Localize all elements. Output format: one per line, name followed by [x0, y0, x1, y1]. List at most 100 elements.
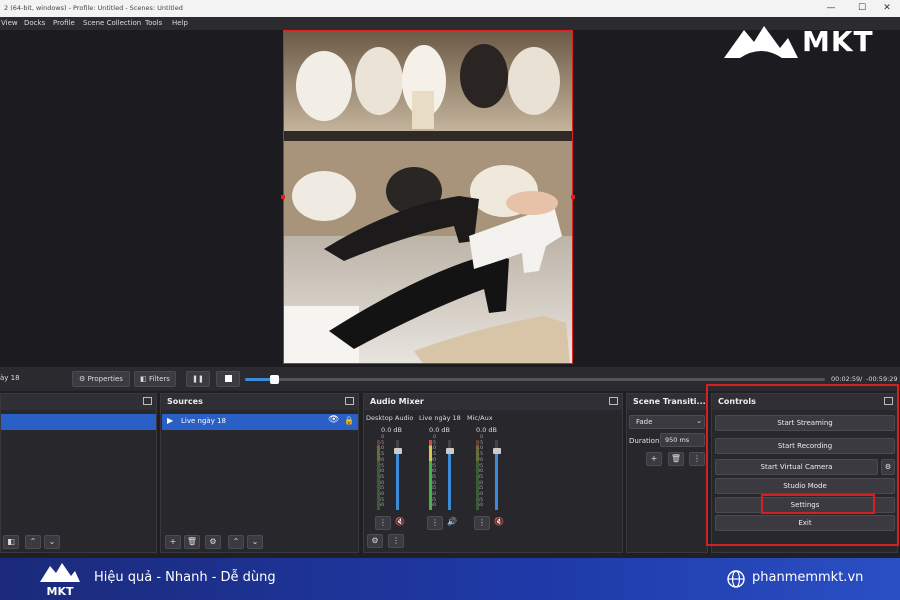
mkt-logo-text: MKT: [802, 25, 874, 58]
window-title: 2 (64-bit, windows) - Profile: Untitled …: [4, 4, 183, 12]
banner-slogan: Hiệu quả - Nhanh - Dễ dùng: [94, 570, 276, 585]
stop-icon: [224, 375, 232, 382]
menu-tools[interactable]: Tools: [145, 19, 162, 27]
gear-icon: ⚙: [371, 536, 379, 545]
sources-dock-header: Sources: [161, 394, 358, 410]
add-transition-button[interactable]: +: [646, 452, 662, 466]
maximize-button[interactable]: ☐: [849, 1, 875, 16]
mixer-channel-name: Desktop Audio: [366, 414, 414, 422]
close-button[interactable]: ✕: [874, 1, 900, 16]
remove-transition-button[interactable]: 🗑: [668, 452, 684, 466]
channel-menu-button[interactable]: ⋮: [427, 516, 443, 530]
mkt-banner-logo-icon: MKT: [40, 563, 80, 598]
volume-meter: [476, 440, 479, 510]
scenes-dock: ◧ ⌃ ⌄: [0, 393, 157, 553]
seek-handle[interactable]: [270, 375, 279, 384]
channel-menu-button[interactable]: ⋮: [474, 516, 490, 530]
source-properties-button[interactable]: ⚙: [205, 535, 221, 549]
more-vertical-icon: ⋮: [478, 518, 486, 527]
menu-help[interactable]: Help: [172, 19, 188, 27]
properties-button[interactable]: ⚙ Properties: [72, 371, 130, 387]
more-vertical-icon: ⋮: [431, 518, 439, 527]
resize-handle-right[interactable]: [571, 195, 575, 199]
promo-banner: MKT Hiệu quả - Nhanh - Dễ dùng phanmemmk…: [0, 558, 900, 600]
mixer-menu-button[interactable]: ⋮: [388, 534, 404, 548]
scene-transitions-header: Scene Transiti...: [627, 394, 707, 410]
scene-transitions-title: Scene Transiti...: [633, 397, 706, 406]
more-vertical-icon: ⋮: [693, 454, 701, 463]
lock-icon[interactable]: 🔒: [344, 416, 354, 425]
chevron-down-icon: ⌄: [48, 537, 56, 546]
volume-meter: [377, 440, 380, 510]
menu-docks[interactable]: Docks: [24, 19, 45, 27]
volume-fader-handle[interactable]: [492, 447, 501, 454]
mixer-channel-name: Mic/Aux: [467, 414, 493, 422]
source-row-live[interactable]: ▶ Live ngày 18 👁 🔒: [162, 414, 358, 430]
menu-profile[interactable]: Profile: [53, 19, 75, 27]
undock-icon[interactable]: [345, 397, 354, 405]
add-source-button[interactable]: +: [165, 535, 181, 549]
volume-fader-fill: [448, 450, 451, 510]
video-preview[interactable]: [283, 30, 573, 364]
channel-menu-button[interactable]: ⋮: [375, 516, 391, 530]
mkt-mountain-icon: [724, 26, 798, 58]
remove-source-button[interactable]: 🗑: [184, 535, 200, 549]
chevron-down-icon: ⌄: [696, 417, 702, 425]
speaker-icon[interactable]: 🔊: [447, 517, 457, 526]
time-current: 00:02:59: [831, 375, 861, 383]
banner-website: phanmemmkt.vn: [752, 570, 864, 585]
shoe-display-image: [284, 31, 572, 363]
audio-mixer-title: Audio Mixer: [370, 397, 424, 406]
title-bar: 2 (64-bit, windows) - Profile: Untitled …: [0, 0, 900, 17]
mixer-settings-button[interactable]: ⚙: [367, 534, 383, 548]
mixer-channel-db: 0.0 dB: [429, 426, 450, 434]
chevron-down-icon: ⌄: [251, 537, 259, 546]
stop-button[interactable]: [216, 371, 240, 387]
filter-icon: ◧: [140, 375, 147, 383]
minimize-button[interactable]: —: [818, 1, 844, 16]
speaker-muted-icon[interactable]: 🔇: [395, 517, 405, 526]
menu-view[interactable]: View: [1, 19, 18, 27]
gear-icon: ⚙: [79, 375, 86, 383]
scene-transitions-dock: Scene Transiti... Fade ⌄ Duration 950 ms…: [626, 393, 708, 553]
source-name: Live ngày 18: [181, 417, 226, 425]
eye-icon[interactable]: 👁: [328, 415, 339, 425]
transition-select[interactable]: Fade ⌄: [629, 415, 705, 429]
transition-menu-button[interactable]: ⋮: [689, 452, 705, 466]
sources-dock: Sources ▶ Live ngày 18 👁 🔒 + 🗑 ⚙ ⌃ ⌄: [160, 393, 359, 553]
volume-fader-handle[interactable]: [393, 447, 402, 454]
volume-fader-handle[interactable]: [445, 447, 454, 454]
mixer-channel-db: 0.0 dB: [476, 426, 497, 434]
pause-icon: ❚❚: [192, 375, 204, 383]
time-remaining: -00:59:29: [866, 375, 898, 383]
audio-mixer-header: Audio Mixer: [364, 394, 622, 410]
resize-handle-left[interactable]: [281, 195, 285, 199]
duration-input[interactable]: 950 ms: [660, 433, 705, 447]
current-source-name: ày 18: [0, 374, 20, 382]
volume-meter: [429, 440, 432, 510]
trash-icon: 🗑: [186, 537, 198, 546]
scene-move-up-button[interactable]: ⌃: [25, 535, 41, 549]
pause-button[interactable]: ❚❚: [186, 371, 210, 387]
trash-icon: 🗑: [670, 454, 682, 463]
menu-scene-collection[interactable]: Scene Collection: [83, 19, 141, 27]
chevron-up-icon: ⌃: [232, 537, 240, 546]
speaker-muted-icon[interactable]: 🔇: [494, 517, 504, 526]
undock-icon[interactable]: [609, 397, 618, 405]
scene-filter-button[interactable]: ◧: [3, 535, 19, 549]
plus-icon: +: [169, 537, 177, 546]
seek-bar[interactable]: [245, 378, 825, 381]
settings-highlight-box: [761, 494, 875, 514]
more-vertical-icon: ⋮: [379, 518, 387, 527]
filters-button[interactable]: ◧ Filters: [134, 371, 176, 387]
scene-move-down-button[interactable]: ⌄: [44, 535, 60, 549]
undock-icon[interactable]: [143, 397, 152, 405]
time-separator: /: [860, 375, 863, 383]
mixer-channel-db: 0.0 dB: [381, 426, 402, 434]
source-move-down-button[interactable]: ⌄: [247, 535, 263, 549]
properties-label: Properties: [87, 375, 123, 383]
gear-icon: ⚙: [209, 537, 217, 546]
filters-label: Filters: [148, 375, 170, 383]
scene-row-selected[interactable]: [1, 414, 156, 430]
source-move-up-button[interactable]: ⌃: [228, 535, 244, 549]
